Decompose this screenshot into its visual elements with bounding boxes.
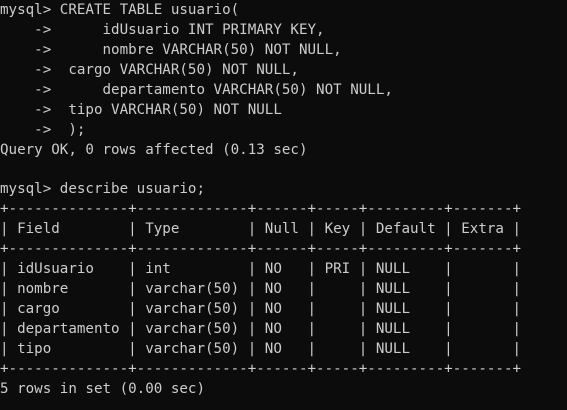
table-row: | tipo | varchar(50) | NO | | NULL | | <box>0 340 522 357</box>
terminal-line: mysql> CREATE TABLE usuario( <box>0 2 240 18</box>
terminal-line: -> tipo VARCHAR(50) NOT NULL <box>0 101 282 118</box>
terminal-line: -> idUsuario INT PRIMARY KEY, <box>0 21 325 38</box>
terminal-line: mysql> describe usuario; <box>0 181 205 198</box>
table-border: +--------------+-------------+------+---… <box>0 201 522 218</box>
table-row: | departamento | varchar(50) | NO | | NU… <box>0 321 522 337</box>
table-border: +--------------+-------------+------+---… <box>0 360 522 377</box>
terminal-line: -> ); <box>0 121 86 138</box>
table-row: | cargo | varchar(50) | NO | | NULL | | <box>0 301 522 318</box>
table-border: +--------------+-------------+------+---… <box>0 241 522 258</box>
table-header-row: | Field | Type | Null | Key | Default | … <box>0 221 522 238</box>
terminal-line: -> cargo VARCHAR(50) NOT NULL, <box>0 61 299 78</box>
table-row: | nombre | varchar(50) | NO | | NULL | | <box>0 281 522 298</box>
table-row: | idUsuario | int | NO | PRI | NULL | | <box>0 261 522 278</box>
terminal-window[interactable]: mysql> CREATE TABLE usuario( -> idUsuari… <box>0 0 567 410</box>
query-result-status: Query OK, 0 rows affected (0.13 sec) <box>0 141 308 158</box>
terminal-line: -> departamento VARCHAR(50) NOT NULL, <box>0 81 393 98</box>
rows-in-set-status: 5 rows in set (0.00 sec) <box>0 380 205 397</box>
terminal-line: -> nombre VARCHAR(50) NOT NULL, <box>0 41 342 58</box>
